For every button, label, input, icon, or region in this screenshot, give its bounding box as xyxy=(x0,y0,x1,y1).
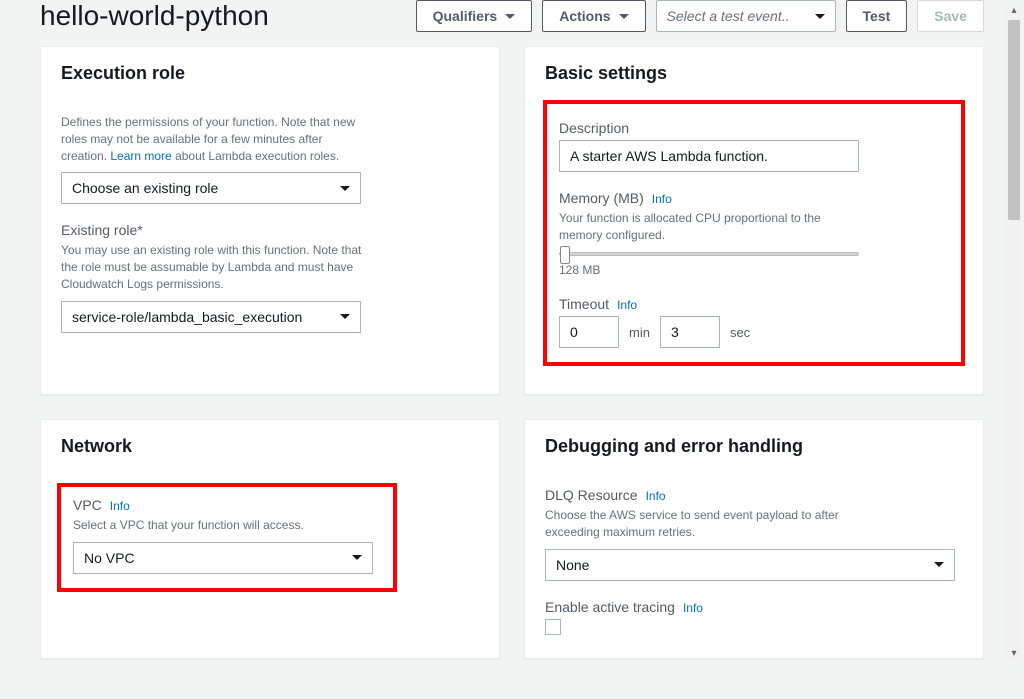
timeout-info-link[interactable]: Info xyxy=(617,298,637,312)
save-button: Save xyxy=(917,0,984,32)
basic-settings-panel: Basic settings Description Memory (MB) I… xyxy=(524,46,984,395)
memory-info-link[interactable]: Info xyxy=(652,192,672,206)
learn-more-link[interactable]: Learn more xyxy=(110,149,171,163)
vpc-help: Select a VPC that your function will acc… xyxy=(73,517,381,534)
network-panel: Network VPC Info Select a VPC that your … xyxy=(40,419,500,659)
memory-help: Your function is allocated CPU proportio… xyxy=(559,210,859,244)
debugging-panel: Debugging and error handling DLQ Resourc… xyxy=(524,419,984,659)
existing-role-select[interactable]: service-role/lambda_basic_execution xyxy=(61,301,361,333)
timeout-min-unit: min xyxy=(629,325,650,340)
basic-settings-title: Basic settings xyxy=(545,63,963,84)
actions-button[interactable]: Actions xyxy=(542,0,645,32)
vpc-label: VPC Info xyxy=(73,497,381,513)
dlq-label: DLQ Resource Info xyxy=(545,487,963,503)
scrollbar-thumb[interactable] xyxy=(1008,20,1020,220)
role-strategy-select[interactable]: Choose an existing role xyxy=(61,172,361,204)
vpc-highlight: VPC Info Select a VPC that your function… xyxy=(57,483,397,592)
debugging-title: Debugging and error handling xyxy=(545,436,963,457)
timeout-label: Timeout Info xyxy=(559,296,949,312)
memory-label: Memory (MB) Info xyxy=(559,190,949,206)
function-title: hello-world-python xyxy=(40,0,269,32)
caret-down-icon xyxy=(934,562,944,567)
basic-settings-highlight: Description Memory (MB) Info Your functi… xyxy=(543,100,965,366)
test-button[interactable]: Test xyxy=(846,0,908,32)
caret-down-icon xyxy=(815,14,825,19)
caret-down-icon xyxy=(340,186,350,191)
dlq-info-link[interactable]: Info xyxy=(646,489,666,503)
tracing-checkbox[interactable] xyxy=(545,619,561,635)
scroll-up-icon[interactable]: ▴ xyxy=(1006,2,1022,18)
caret-down-icon xyxy=(352,555,362,560)
header-controls: Qualifiers Actions Select a test event..… xyxy=(416,0,984,32)
test-event-select[interactable]: Select a test event.. xyxy=(656,0,836,32)
dlq-select[interactable]: None xyxy=(545,549,955,581)
timeout-row: min sec xyxy=(559,316,949,348)
caret-down-icon xyxy=(619,14,629,19)
scroll-down-icon[interactable]: ▾ xyxy=(1006,645,1022,661)
memory-value: 128 MB xyxy=(559,262,949,279)
execution-role-panel: Execution role Defines the permissions o… xyxy=(40,46,500,395)
tracing-info-link[interactable]: Info xyxy=(683,601,703,615)
timeout-sec-input[interactable] xyxy=(660,316,720,348)
qualifiers-button[interactable]: Qualifiers xyxy=(416,0,533,32)
execution-role-description: Defines the permissions of your function… xyxy=(61,114,361,164)
content-grid: Execution role Defines the permissions o… xyxy=(0,46,1024,699)
dlq-help: Choose the AWS service to send event pay… xyxy=(545,507,865,541)
timeout-min-input[interactable] xyxy=(559,316,619,348)
description-label: Description xyxy=(559,120,949,136)
memory-slider[interactable] xyxy=(559,252,859,256)
caret-down-icon xyxy=(505,14,515,19)
tracing-label: Enable active tracing Info xyxy=(545,599,963,615)
vertical-scrollbar[interactable]: ▴ ▾ xyxy=(1006,2,1022,661)
page-header: hello-world-python Qualifiers Actions Se… xyxy=(0,0,1024,46)
execution-role-title: Execution role xyxy=(61,63,479,84)
vpc-info-link[interactable]: Info xyxy=(110,499,130,513)
slider-thumb-icon[interactable] xyxy=(560,246,570,264)
existing-role-label: Existing role* xyxy=(61,222,479,238)
description-input[interactable] xyxy=(559,140,859,172)
vpc-select[interactable]: No VPC xyxy=(73,542,373,574)
network-title: Network xyxy=(61,436,479,457)
caret-down-icon xyxy=(340,314,350,319)
existing-role-help: You may use an existing role with this f… xyxy=(61,242,381,292)
timeout-sec-unit: sec xyxy=(730,325,750,340)
